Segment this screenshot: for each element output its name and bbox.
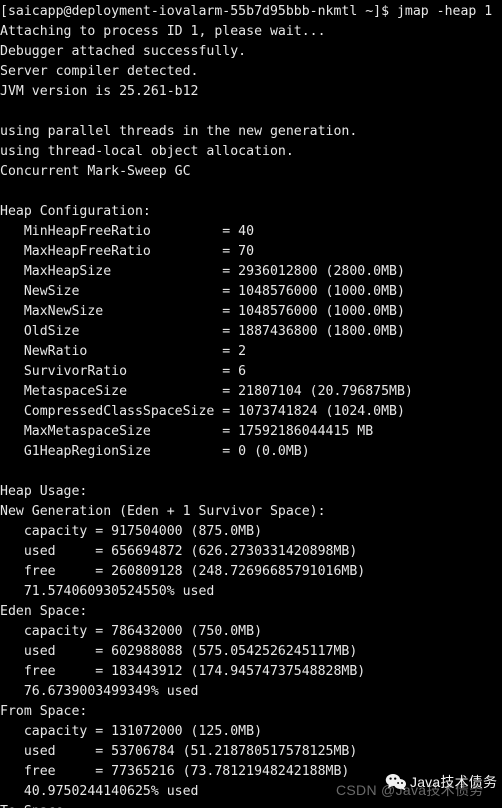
terminal-line: using parallel threads in the new genera… [0,124,358,139]
terminal-line: MaxHeapSize = 2936012800 (2800.0MB) [0,264,405,279]
terminal-line: [saicapp@deployment-iovalarm-55b7d95bbb-… [0,4,493,19]
terminal-line: free = 260809128 (248.72696685791016MB) [0,564,366,579]
terminal-line: capacity = 786432000 (750.0MB) [0,624,263,639]
terminal-line: MaxMetaspaceSize = 17592186044415 MB [0,424,374,439]
terminal-line: JVM version is 25.261-b12 [0,84,199,99]
terminal-line: MaxHeapFreeRatio = 70 [0,244,255,259]
terminal-line: MetaspaceSize = 21807104 (20.796875MB) [0,384,413,399]
terminal-line: Heap Configuration: [0,204,151,219]
terminal-line: using thread-local object allocation. [0,144,294,159]
terminal-line: free = 183443912 (174.94574737548828MB) [0,664,366,679]
terminal-line: New Generation (Eden + 1 Survivor Space)… [0,504,326,519]
terminal-line: MaxNewSize = 1048576000 (1000.0MB) [0,304,405,319]
terminal-line: 76.6739003499349% used [0,684,199,699]
terminal-line: Attaching to process ID 1, please wait..… [0,24,326,39]
terminal-line: used = 602988088 (575.0542526245117MB) [0,644,358,659]
terminal-line-list: [saicapp@deployment-iovalarm-55b7d95bbb-… [0,2,502,808]
terminal-line: Concurrent Mark-Sweep GC [0,164,191,179]
terminal-line: To Space: [0,802,502,808]
terminal-line: NewRatio = 2 [0,344,247,359]
terminal-line: NewSize = 1048576000 (1000.0MB) [0,284,405,299]
terminal-line: used = 53706784 (51.218780517578125MB) [0,744,358,759]
terminal-line: SurvivorRatio = 6 [0,364,247,379]
terminal-line: G1HeapRegionSize = 0 (0.0MB) [0,444,310,459]
terminal-line: Debugger attached successfully. [0,44,247,59]
terminal-line: 71.574060930524550% used [0,584,215,599]
terminal-line: free = 77365216 (73.78121948242188MB) [0,764,350,779]
terminal-line: MinHeapFreeRatio = 40 [0,224,255,239]
terminal-line: capacity = 917504000 (875.0MB) [0,524,263,539]
terminal-line: Eden Space: [0,604,88,619]
terminal-line: OldSize = 1887436800 (1800.0MB) [0,324,405,339]
terminal-line: capacity = 131072000 (125.0MB) [0,724,263,739]
terminal-output[interactable]: [saicapp@deployment-iovalarm-55b7d95bbb-… [0,0,502,808]
terminal-line: CompressedClassSpaceSize = 1073741824 (1… [0,404,405,419]
terminal-line: From Space: [0,704,88,719]
terminal-line: 40.9750244140625% used [0,784,199,799]
terminal-line: Heap Usage: [0,484,88,499]
terminal-line: used = 656694872 (626.2730331420898MB) [0,544,358,559]
terminal-line: Server compiler detected. [0,64,199,79]
